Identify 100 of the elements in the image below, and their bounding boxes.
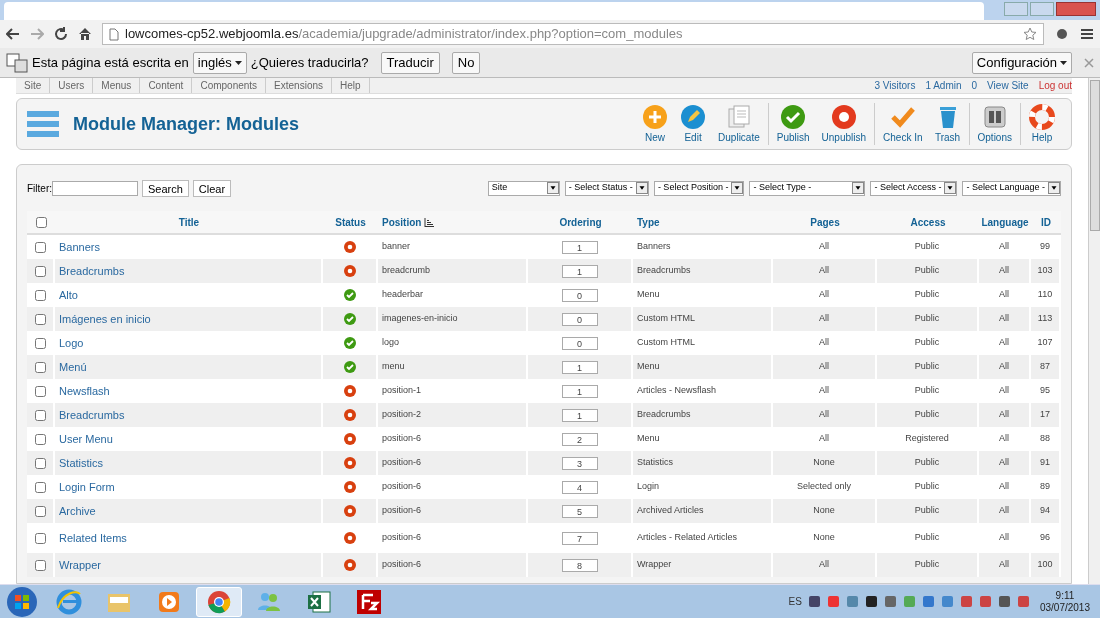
toolbar-button[interactable]: Check In (877, 103, 929, 145)
module-title-link[interactable]: Breadcrumbs (59, 262, 125, 280)
ordering-field[interactable]: 2 (561, 432, 598, 446)
taskbar-app[interactable] (196, 586, 242, 617)
scrollbar[interactable] (1088, 78, 1100, 584)
row-checkbox[interactable] (34, 409, 46, 421)
filter-select[interactable]: - Select Status - (564, 180, 649, 196)
column-header[interactable]: ID (1041, 214, 1051, 230)
module-title-link[interactable]: Logo (59, 334, 84, 352)
row-checkbox[interactable] (34, 559, 46, 571)
ordering-field[interactable]: 4 (561, 480, 598, 494)
ordering-field[interactable]: 1 (561, 384, 598, 398)
clock-time[interactable]: 9:11 (1055, 589, 1075, 602)
filter-select[interactable]: - Select Position - (653, 180, 745, 196)
admin-menu-item[interactable]: Site (16, 78, 51, 93)
unpublished-icon[interactable] (343, 241, 356, 253)
module-title-link[interactable]: Breadcrumbs (59, 406, 125, 424)
filter-select[interactable]: - Select Access - (870, 180, 958, 196)
column-header[interactable]: Pages (810, 214, 840, 230)
row-checkbox[interactable] (34, 241, 46, 253)
toolbar-button[interactable]: New (636, 103, 675, 145)
column-header[interactable]: Language (981, 214, 1029, 230)
row-checkbox[interactable] (34, 457, 46, 469)
column-header[interactable]: Ordering (559, 214, 602, 230)
unpublished-icon[interactable] (343, 481, 356, 493)
admin-menu-item[interactable]: Extensions (266, 78, 333, 93)
filter-field[interactable] (52, 180, 138, 196)
row-checkbox[interactable] (34, 433, 46, 445)
home-icon[interactable] (78, 27, 92, 41)
toolbar-button[interactable]: Options (971, 103, 1018, 145)
unpublished-icon[interactable] (343, 457, 356, 469)
settings-dropdown[interactable]: Configuración (971, 51, 1072, 74)
status-link[interactable]: View Site (987, 78, 1029, 93)
filter-select[interactable]: - Select Language - (962, 180, 1061, 196)
toolbar-button[interactable]: Duplicate (712, 103, 766, 145)
ordering-field[interactable]: 3 (561, 456, 598, 470)
column-header[interactable]: Position (382, 214, 422, 230)
unpublished-icon[interactable] (343, 505, 356, 517)
row-checkbox[interactable] (34, 361, 46, 373)
module-title-link[interactable]: User Menu (59, 430, 113, 448)
module-title-link[interactable]: Alto (59, 286, 78, 304)
module-title-link[interactable]: Login Form (59, 478, 115, 496)
module-title-link[interactable]: Newsflash (59, 382, 110, 400)
back-icon[interactable] (6, 28, 20, 40)
tray-icon[interactable] (807, 595, 821, 608)
select-all-checkbox[interactable] (35, 216, 47, 228)
ordering-field[interactable]: 1 (561, 408, 598, 422)
admin-menu-item[interactable]: Components (192, 78, 267, 93)
address-field[interactable]: lowcomes-cp52.webjoomla.es/academia/jupgrade/administrator/index.php?option=com_modules (102, 23, 1044, 45)
reload-icon[interactable] (54, 27, 68, 41)
row-checkbox[interactable] (34, 337, 46, 349)
star-icon[interactable] (1023, 27, 1037, 41)
start-button[interactable] (4, 585, 40, 618)
ordering-field[interactable]: 1 (561, 240, 598, 254)
row-checkbox[interactable] (34, 265, 46, 277)
ordering-field[interactable]: 8 (561, 558, 598, 572)
module-title-link[interactable]: Related Items (59, 529, 127, 547)
toolbar-button[interactable]: Edit (674, 103, 713, 145)
filter-button[interactable]: Search (142, 179, 189, 197)
clock-date[interactable]: 03/07/2013 (1039, 601, 1090, 614)
column-header[interactable]: Title (178, 214, 200, 230)
published-check-icon[interactable] (343, 337, 356, 349)
module-title-link[interactable]: Menú (59, 358, 87, 376)
translate-button[interactable]: Traducir (380, 51, 440, 74)
tray-icon[interactable] (864, 595, 878, 608)
admin-menu-item[interactable]: Menus (93, 78, 141, 93)
ordering-field[interactable]: 1 (561, 360, 598, 374)
ordering-field[interactable]: 0 (561, 288, 598, 302)
status-link[interactable]: Log out (1038, 78, 1072, 93)
filter-button[interactable]: Clear (192, 179, 232, 197)
module-title-link[interactable]: Statistics (59, 454, 103, 472)
published-check-icon[interactable] (343, 289, 356, 301)
admin-menu-item[interactable]: Help (332, 78, 370, 93)
menu-icon[interactable] (1080, 28, 1094, 40)
row-checkbox[interactable] (34, 532, 46, 544)
unpublished-icon[interactable] (343, 559, 356, 571)
column-header[interactable]: Status (335, 214, 366, 230)
module-title-link[interactable]: Archive (59, 502, 96, 520)
row-checkbox[interactable] (34, 505, 46, 517)
close-icon[interactable] (1084, 57, 1094, 68)
row-checkbox[interactable] (34, 289, 46, 301)
row-checkbox[interactable] (34, 481, 46, 493)
filter-select[interactable]: - Select Type - (749, 180, 866, 196)
ordering-field[interactable]: 0 (561, 336, 598, 350)
tray-icon[interactable] (997, 595, 1011, 608)
ordering-field[interactable]: 7 (561, 531, 598, 545)
published-check-icon[interactable] (343, 361, 356, 373)
row-checkbox[interactable] (34, 385, 46, 397)
unpublished-icon[interactable] (343, 265, 356, 277)
ordering-field[interactable]: 5 (561, 504, 598, 518)
published-check-icon[interactable] (343, 313, 356, 325)
unpublished-icon[interactable] (343, 385, 356, 397)
toolbar-button[interactable]: Help (1023, 103, 1061, 145)
row-checkbox[interactable] (34, 313, 46, 325)
unpublished-icon[interactable] (343, 409, 356, 421)
ordering-field[interactable]: 1 (561, 264, 598, 278)
extension-icon[interactable] (1054, 26, 1070, 42)
language-indicator[interactable]: ES (788, 594, 802, 609)
filter-select[interactable]: Site (487, 180, 560, 196)
unpublished-icon[interactable] (343, 532, 356, 544)
